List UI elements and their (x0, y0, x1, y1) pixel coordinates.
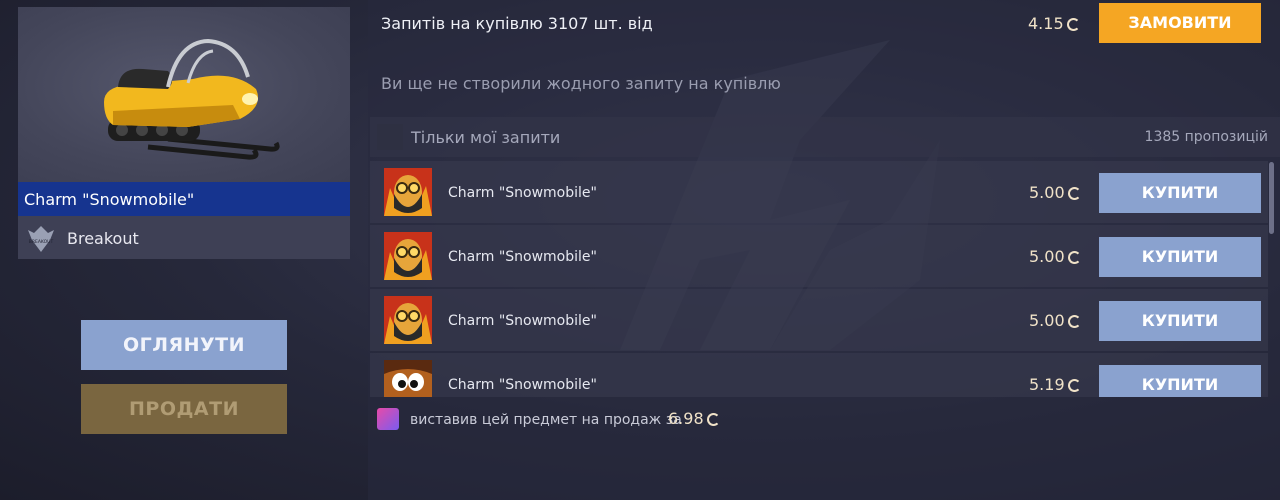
collection-name: Breakout (67, 229, 139, 248)
offer-row: Charm "Snowmobile" 5.00 КУПИТИ (370, 161, 1268, 223)
offer-price: 5.19 (1029, 375, 1081, 394)
seller-avatar-icon (377, 408, 399, 430)
only-my-requests-checkbox[interactable] (377, 124, 403, 150)
seller-note-price-value: 6.98 (668, 409, 704, 428)
bearded-goggles-avatar-icon (384, 168, 432, 216)
offer-row: Charm "Snowmobile" 5.00 КУПИТИ (370, 225, 1268, 287)
buy-button[interactable]: КУПИТИ (1099, 301, 1261, 341)
bearded-goggles-avatar-icon (384, 232, 432, 280)
no-requests-message: Ви ще не створили жодного запиту на купі… (381, 74, 781, 93)
offers-list[interactable]: Charm "Snowmobile" 5.00 КУПИТИ Charm "Sn… (370, 161, 1268, 397)
gold-coin-icon (1066, 18, 1080, 31)
breakout-collection-icon: BREAKOUT (28, 226, 54, 252)
item-card: Charm "Snowmobile" BREAKOUT Breakout (18, 7, 350, 259)
buy-button[interactable]: КУПИТИ (1099, 173, 1261, 213)
buy-button[interactable]: КУПИТИ (1099, 237, 1261, 277)
offer-price: 5.00 (1029, 183, 1081, 202)
offer-price-value: 5.00 (1029, 311, 1065, 330)
buy-button[interactable]: КУПИТИ (1099, 365, 1261, 397)
only-my-requests-label[interactable]: Тільки мої запити (411, 128, 560, 147)
offer-name: Charm "Snowmobile" (448, 377, 597, 393)
breakout-icon-text: BREAKOUT (29, 239, 54, 245)
item-name: Charm "Snowmobile" (24, 190, 195, 209)
offer-name: Charm "Snowmobile" (448, 185, 597, 201)
bearded-goggles-avatar-icon (384, 296, 432, 344)
buy-requests-title: Запитів на купівлю 3107 шт. від (381, 14, 653, 33)
snowmobile-image (104, 38, 280, 160)
offer-price: 5.00 (1029, 247, 1081, 266)
seller-note-price: 6.98 (668, 409, 720, 428)
offer-price-value: 5.19 (1029, 375, 1065, 394)
view-button[interactable]: ОГЛЯНУТИ (81, 320, 287, 370)
offer-row: Charm "Snowmobile" 5.19 КУПИТИ (370, 353, 1268, 397)
gold-coin-icon (1067, 379, 1081, 392)
gold-coin-icon (1067, 187, 1081, 200)
item-collection-row: BREAKOUT Breakout (18, 218, 350, 259)
seller-note-text: виставив цей предмет на продаж за (410, 412, 682, 428)
offer-price-value: 5.00 (1029, 183, 1065, 202)
buy-request-price-value: 4.15 (1028, 14, 1064, 33)
offers-scrollbar[interactable] (1269, 162, 1274, 234)
order-button[interactable]: ЗАМОВИТИ (1099, 3, 1261, 43)
offer-price-value: 5.00 (1029, 247, 1065, 266)
gold-coin-icon (706, 413, 720, 426)
sell-button[interactable]: ПРОДАТИ (81, 384, 287, 434)
item-preview-image (18, 7, 350, 182)
offer-name: Charm "Snowmobile" (448, 313, 597, 329)
offer-price: 5.00 (1029, 311, 1081, 330)
offer-row: Charm "Snowmobile" 5.00 КУПИТИ (370, 289, 1268, 351)
offer-name: Charm "Snowmobile" (448, 249, 597, 265)
item-name-bar: Charm "Snowmobile" (18, 182, 350, 216)
buy-request-price: 4.15 (1028, 14, 1080, 33)
gold-coin-icon (1067, 315, 1081, 328)
cartoon-eyes-avatar-icon (384, 360, 432, 397)
gold-coin-icon (1067, 251, 1081, 264)
offers-count: 1385 пропозицій (1144, 129, 1268, 145)
